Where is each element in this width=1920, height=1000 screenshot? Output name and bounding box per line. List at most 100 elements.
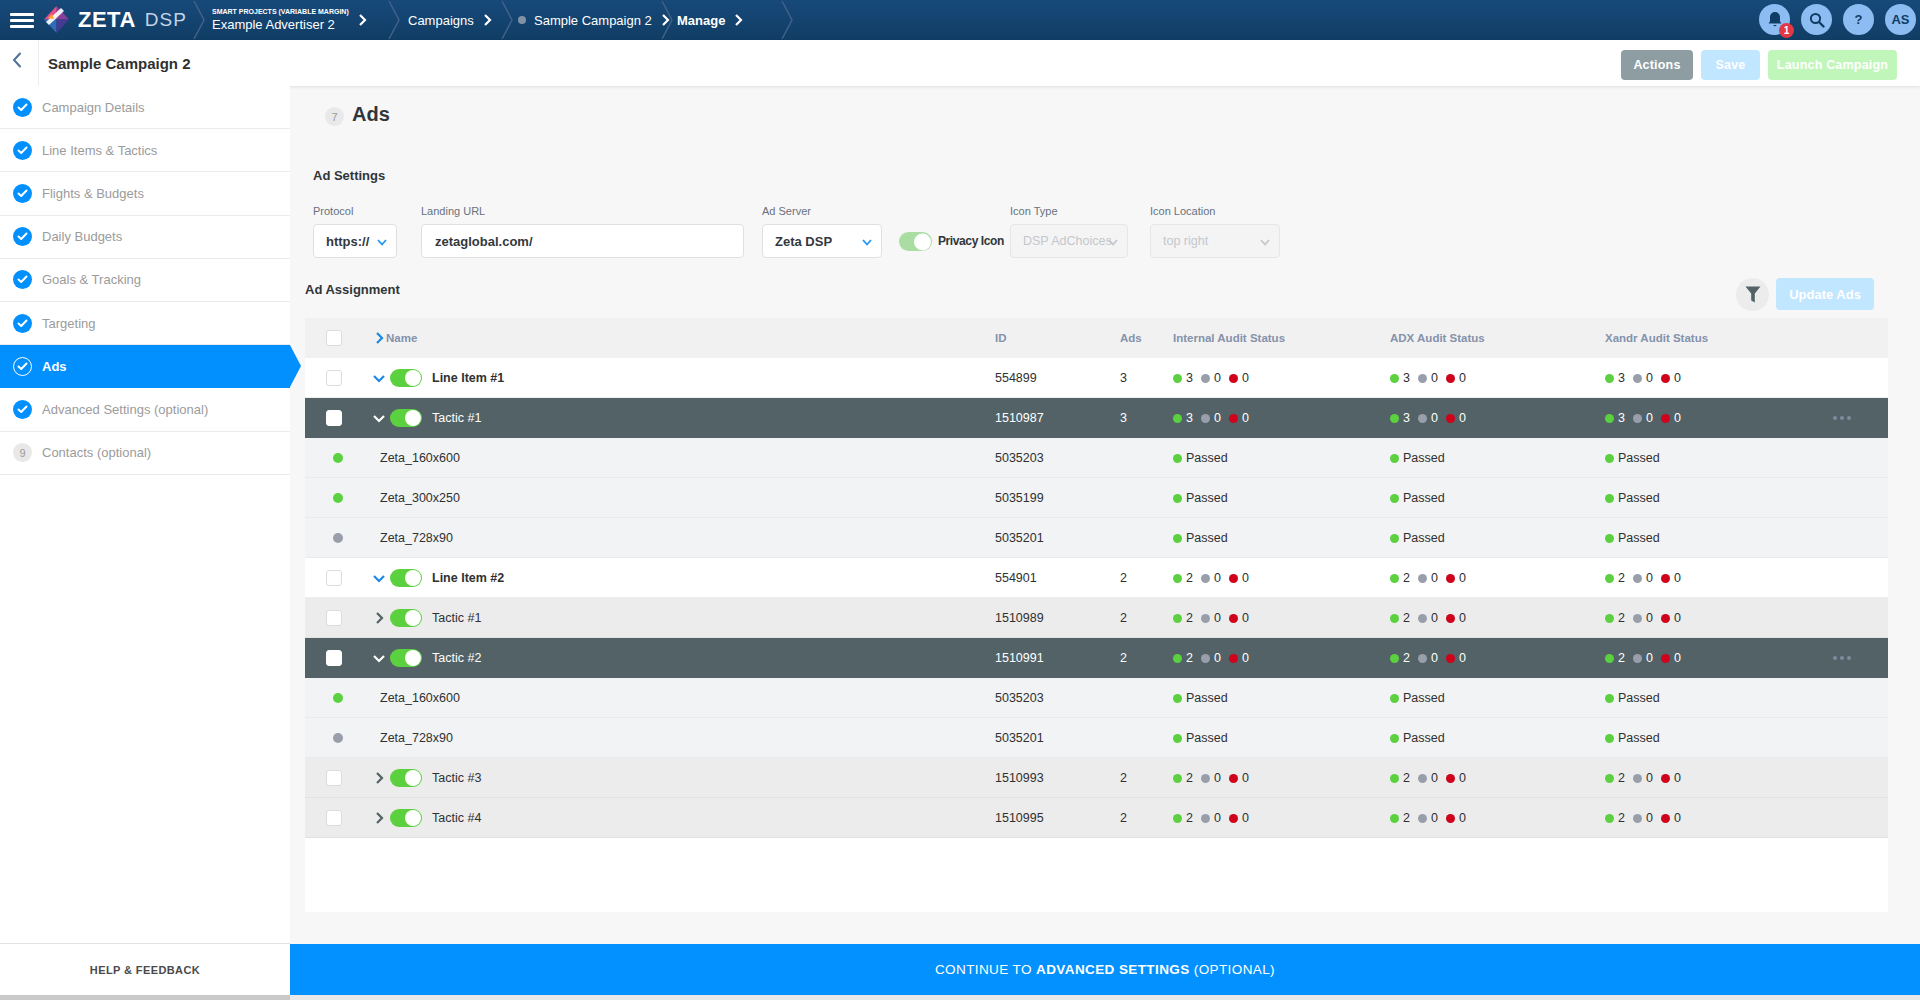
row-menu-button[interactable]	[1833, 398, 1851, 438]
table-row-zeta-160x600[interactable]: Zeta_160x6005035203PassedPassedPassed	[305, 678, 1888, 718]
update-ads-button[interactable]: Update Ads	[1776, 278, 1874, 310]
row-ads-count: 2	[1120, 558, 1127, 598]
table-row-tactic-1[interactable]: Tactic #115109892200200200	[305, 598, 1888, 638]
sidebar-item-campaign-details[interactable]: Campaign Details	[0, 86, 290, 129]
help-feedback-button[interactable]: HELP & FEEDBACK	[0, 943, 290, 995]
table-row-line-item-2[interactable]: Line Item #25549012200200200	[305, 558, 1888, 598]
row-expand-chevron-icon[interactable]	[371, 798, 387, 838]
col-header-internal-audit[interactable]: Internal Audit Status	[1173, 318, 1285, 358]
row-active-toggle[interactable]	[390, 369, 422, 387]
help-icon[interactable]: ?	[1843, 4, 1874, 35]
row-menu-button[interactable]	[1833, 638, 1851, 678]
row-expand-chevron-icon[interactable]	[371, 398, 387, 438]
table-row-zeta-300x250[interactable]: Zeta_300x2505035199PassedPassedPassed	[305, 478, 1888, 518]
title-divider	[38, 40, 39, 86]
search-icon[interactable]	[1801, 4, 1832, 35]
breadcrumb-advertiser[interactable]: SMART PROJECTS (VARIABLE MARGIN) Example…	[212, 0, 367, 40]
row-active-toggle[interactable]	[390, 409, 422, 427]
row-active-toggle[interactable]	[390, 649, 422, 667]
filter-button[interactable]	[1736, 278, 1769, 311]
sidebar-item-daily-budgets[interactable]: Daily Budgets	[0, 216, 290, 259]
audit-count: 0	[1229, 571, 1249, 585]
ad-id: 5035203	[995, 678, 1044, 718]
save-button[interactable]: Save	[1701, 50, 1760, 80]
table-row-tactic-4[interactable]: Tactic #415109952200200200	[305, 798, 1888, 838]
audit-count: 0	[1229, 411, 1249, 425]
chevron-right-icon	[358, 13, 367, 27]
table-footer-space	[305, 838, 1888, 912]
row-expand-chevron-icon[interactable]	[371, 758, 387, 798]
row-checkbox[interactable]	[326, 650, 342, 666]
audit-count: 0	[1446, 371, 1466, 385]
col-header-name[interactable]: Name	[386, 318, 417, 358]
table-row-zeta-728x90[interactable]: Zeta_728x905035201PassedPassedPassed	[305, 518, 1888, 558]
audit-count: 0	[1229, 651, 1249, 665]
notifications-bell-icon[interactable]: 1	[1759, 4, 1790, 35]
landing-url-input[interactable]: zetaglobal.com/	[421, 224, 744, 258]
privacy-icon-toggle[interactable]	[899, 232, 932, 251]
sidebar-item-goals-tracking[interactable]: Goals & Tracking	[0, 259, 290, 302]
row-expand-chevron-icon[interactable]	[371, 558, 387, 598]
audit-count: 0	[1229, 811, 1249, 825]
row-checkbox[interactable]	[326, 610, 342, 626]
ad-status-dot-icon	[333, 733, 343, 743]
check-circle-icon	[13, 141, 32, 160]
launch-campaign-button[interactable]: Launch Campaign	[1768, 50, 1897, 80]
audit-count: 2	[1390, 611, 1410, 625]
back-button[interactable]	[12, 52, 34, 74]
row-checkbox[interactable]	[326, 370, 342, 386]
icon-location-select[interactable]: top right	[1150, 224, 1280, 258]
row-checkbox[interactable]	[326, 810, 342, 826]
expand-all-chevron-icon[interactable]	[371, 318, 387, 358]
ad-name: Zeta_160x600	[380, 438, 460, 478]
row-active-toggle[interactable]	[390, 609, 422, 627]
row-checkbox[interactable]	[326, 570, 342, 586]
select-all-checkbox[interactable]	[326, 330, 342, 346]
icon-type-select[interactable]: DSP AdChoices	[1010, 224, 1128, 258]
row-active-toggle[interactable]	[390, 769, 422, 787]
table-row-zeta-728x90[interactable]: Zeta_728x905035201PassedPassedPassed	[305, 718, 1888, 758]
ad-server-select[interactable]: Zeta DSP	[762, 224, 882, 258]
row-active-toggle[interactable]	[390, 809, 422, 827]
sidebar-item-line-items-tactics[interactable]: Line Items & Tactics	[0, 129, 290, 172]
row-checkbox[interactable]	[326, 770, 342, 786]
continue-button[interactable]: CONTINUE TO ADVANCED SETTINGS (OPTIONAL)	[290, 944, 1920, 995]
breadcrumb-divider	[192, 0, 206, 40]
row-name: Tactic #3	[432, 758, 481, 798]
row-expand-chevron-icon[interactable]	[371, 638, 387, 678]
breadcrumb-campaigns[interactable]: Campaigns	[408, 0, 492, 40]
table-row-tactic-2[interactable]: Tactic #215109912200200200	[305, 638, 1888, 678]
breadcrumb-campaign[interactable]: Sample Campaign 2	[518, 0, 670, 40]
audit-passed: Passed	[1605, 451, 1660, 465]
table-row-tactic-3[interactable]: Tactic #315109932200200200	[305, 758, 1888, 798]
row-checkbox[interactable]	[326, 410, 342, 426]
row-active-toggle[interactable]	[390, 569, 422, 587]
table-row-line-item-1[interactable]: Line Item #15548993300300300	[305, 358, 1888, 398]
avatar[interactable]: AS	[1885, 4, 1916, 35]
audit-count: 3	[1390, 411, 1410, 425]
sidebar-item-contacts-optional[interactable]: 9Contacts (optional)	[0, 432, 290, 475]
zeta-dsp-logo[interactable]: ZETA DSP	[44, 6, 187, 33]
table-row-zeta-160x600[interactable]: Zeta_160x6005035203PassedPassedPassed	[305, 438, 1888, 478]
sidebar-item-ads[interactable]: Ads	[0, 345, 290, 388]
row-id: 1510987	[995, 398, 1044, 438]
col-header-xandr-audit[interactable]: Xandr Audit Status	[1605, 318, 1708, 358]
hamburger-menu-icon[interactable]	[10, 13, 34, 28]
col-header-adx-audit[interactable]: ADX Audit Status	[1390, 318, 1485, 358]
col-header-ads[interactable]: Ads	[1120, 318, 1142, 358]
row-name: Tactic #4	[432, 798, 481, 838]
audit-count: 2	[1173, 771, 1193, 785]
table-row-tactic-1[interactable]: Tactic #115109873300300300	[305, 398, 1888, 438]
breadcrumb-manage[interactable]: Manage	[677, 0, 743, 40]
protocol-select[interactable]: https://	[313, 224, 397, 258]
col-header-id[interactable]: ID	[995, 318, 1007, 358]
ad-status-dot-icon	[333, 493, 343, 503]
sidebar-item-advanced-settings-optional[interactable]: Advanced Settings (optional)	[0, 388, 290, 431]
actions-button[interactable]: Actions	[1621, 50, 1693, 80]
icon-type-label: Icon Type	[1010, 205, 1058, 217]
sidebar-item-flights-budgets[interactable]: Flights & Budgets	[0, 172, 290, 215]
row-expand-chevron-icon[interactable]	[371, 358, 387, 398]
row-expand-chevron-icon[interactable]	[371, 598, 387, 638]
sidebar-item-targeting[interactable]: Targeting	[0, 302, 290, 345]
audit-count: 0	[1661, 411, 1681, 425]
